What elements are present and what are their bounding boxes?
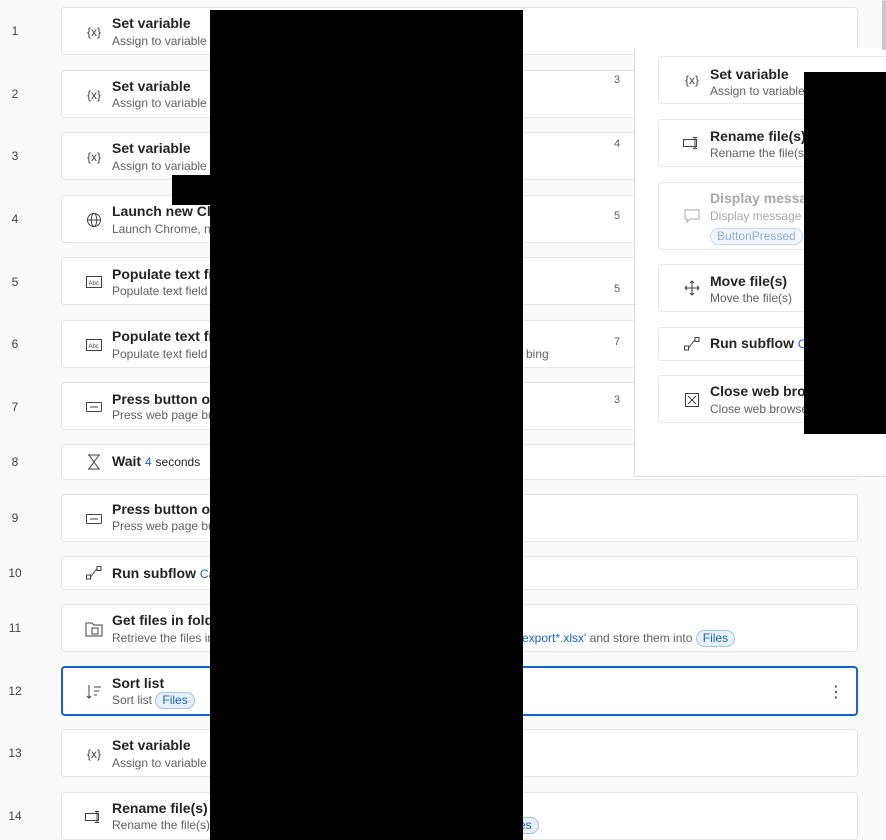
line-number: 1 bbox=[11, 24, 19, 38]
vertical-scrollbar[interactable] bbox=[882, 0, 886, 50]
redaction-block bbox=[210, 10, 523, 840]
action-title: Get files in fold bbox=[112, 612, 214, 628]
line-number: 7 bbox=[11, 400, 19, 414]
clipped-text-fragment: 5 bbox=[614, 210, 621, 222]
clipped-text-fragment: 4 bbox=[614, 138, 621, 150]
line-number: 5 bbox=[11, 275, 19, 289]
action-title: Populate text fi bbox=[112, 266, 213, 282]
action-description: Assign to variable bbox=[112, 96, 207, 110]
preview-pill-wrap: ButtonPressed bbox=[710, 228, 803, 245]
line-number: 4 bbox=[11, 212, 19, 226]
action-title: Set variable bbox=[112, 140, 191, 156]
clipped-text-fragment: 7 bbox=[614, 336, 621, 348]
action-title: Run subflow Ca bbox=[112, 565, 215, 581]
action-title: Populate text fi bbox=[112, 328, 213, 344]
clipped-text-fragment: 3 bbox=[614, 394, 621, 406]
wait-label: Wait bbox=[112, 453, 142, 469]
action-title: Launch new Ch bbox=[112, 203, 216, 219]
sort-list-text: Sort list bbox=[112, 693, 153, 707]
preview-description: Move the file(s) bbox=[710, 291, 793, 305]
hourglass-icon bbox=[84, 452, 104, 472]
preview-title: Display messag bbox=[710, 190, 816, 206]
folder-files-icon bbox=[84, 619, 104, 639]
variable-pill: ButtonPressed bbox=[710, 228, 803, 245]
variable-icon: {x} bbox=[86, 747, 101, 761]
store-into-text: and store them into bbox=[589, 631, 693, 645]
action-description: Assign to variable bbox=[112, 756, 207, 770]
action-title: Set variable bbox=[112, 78, 191, 94]
button-icon bbox=[84, 397, 104, 417]
action-description: Launch Chrome, na bbox=[112, 222, 218, 236]
preview-title: Rename file(s) bbox=[710, 128, 806, 144]
action-description-tail: export*.xlsx' and store them into Files bbox=[522, 630, 736, 647]
variable-icon: {x} bbox=[86, 150, 101, 164]
globe-icon bbox=[84, 210, 104, 230]
action-title: Press button or bbox=[112, 501, 216, 517]
line-number: 14 bbox=[8, 809, 22, 823]
action-description: Retrieve the files in bbox=[112, 631, 215, 645]
run-subflow-label: Run subflow bbox=[710, 335, 794, 351]
action-title: Rename file(s) bbox=[112, 800, 208, 816]
action-title: Set variable bbox=[112, 737, 191, 753]
action-title: Wait 4 seconds bbox=[112, 453, 200, 469]
line-number: 12 bbox=[8, 684, 22, 698]
line-number: 9 bbox=[11, 511, 19, 525]
line-number: 3 bbox=[11, 149, 19, 163]
run-subflow-label: Run subflow bbox=[112, 565, 196, 581]
variable-pill[interactable]: Files bbox=[695, 630, 736, 647]
action-title: Set variable bbox=[112, 15, 191, 31]
rename-icon bbox=[84, 807, 104, 827]
variable-pill[interactable]: Files bbox=[155, 692, 195, 709]
preview-title: Run subflow Ca bbox=[710, 335, 813, 351]
action-description: Rename the file(s) bbox=[112, 818, 211, 832]
rename-icon bbox=[683, 134, 701, 152]
subflow-icon bbox=[683, 335, 701, 353]
file-filter-value[interactable]: export*.xlsx' bbox=[522, 631, 586, 645]
line-number: 6 bbox=[11, 337, 19, 351]
action-description: Assign to variable bbox=[112, 34, 207, 48]
clipped-text-fragment: 5 bbox=[614, 283, 621, 295]
line-number: 11 bbox=[8, 621, 22, 635]
line-number: 13 bbox=[8, 746, 22, 760]
action-description: Press web page bu bbox=[112, 408, 215, 422]
variable-icon: {x} bbox=[86, 25, 101, 39]
line-number: 10 bbox=[8, 566, 22, 580]
variable-icon: {x} bbox=[86, 88, 101, 102]
action-description: Assign to variable bbox=[112, 159, 207, 173]
line-number: 8 bbox=[11, 455, 19, 469]
action-title: Sort list bbox=[112, 675, 165, 691]
wait-seconds-value[interactable]: 4 bbox=[145, 455, 152, 469]
preview-description: Display message bbox=[710, 209, 802, 223]
redaction-block bbox=[804, 72, 886, 434]
preview-title: Set variable bbox=[710, 66, 789, 82]
action-description: Sort list Files bbox=[112, 692, 195, 709]
text-field-icon: Abc bbox=[84, 335, 104, 355]
clipped-text-fragment: 3 bbox=[614, 74, 621, 86]
variable-icon: {x} bbox=[684, 73, 699, 87]
preview-title: Move file(s) bbox=[710, 273, 788, 289]
line-number: 2 bbox=[11, 87, 19, 101]
action-description: Populate text field bbox=[112, 347, 208, 361]
preview-title: Close web brow bbox=[710, 383, 817, 399]
more-options-icon[interactable]: ⋮ bbox=[828, 682, 844, 702]
preview-description: Close web browse bbox=[710, 402, 809, 416]
subflow-icon bbox=[84, 563, 104, 583]
close-browser-icon bbox=[683, 391, 701, 409]
wait-seconds-unit: seconds bbox=[155, 455, 201, 469]
preview-description: Rename the file(s) bbox=[710, 146, 809, 160]
move-icon bbox=[683, 279, 701, 297]
action-description: Press web page bu bbox=[112, 519, 215, 533]
svg-text:Abc: Abc bbox=[89, 344, 99, 350]
message-icon bbox=[683, 207, 701, 225]
sort-icon bbox=[84, 682, 104, 702]
action-title: Press button or bbox=[112, 391, 216, 407]
preview-description: Assign to variable bbox=[710, 84, 805, 98]
action-description-tail: bing bbox=[526, 347, 549, 361]
text-field-icon: Abc bbox=[84, 272, 104, 292]
svg-text:Abc: Abc bbox=[89, 281, 99, 287]
action-description: Populate text field bbox=[112, 284, 208, 298]
button-icon bbox=[84, 509, 104, 529]
redaction-block bbox=[172, 175, 212, 205]
